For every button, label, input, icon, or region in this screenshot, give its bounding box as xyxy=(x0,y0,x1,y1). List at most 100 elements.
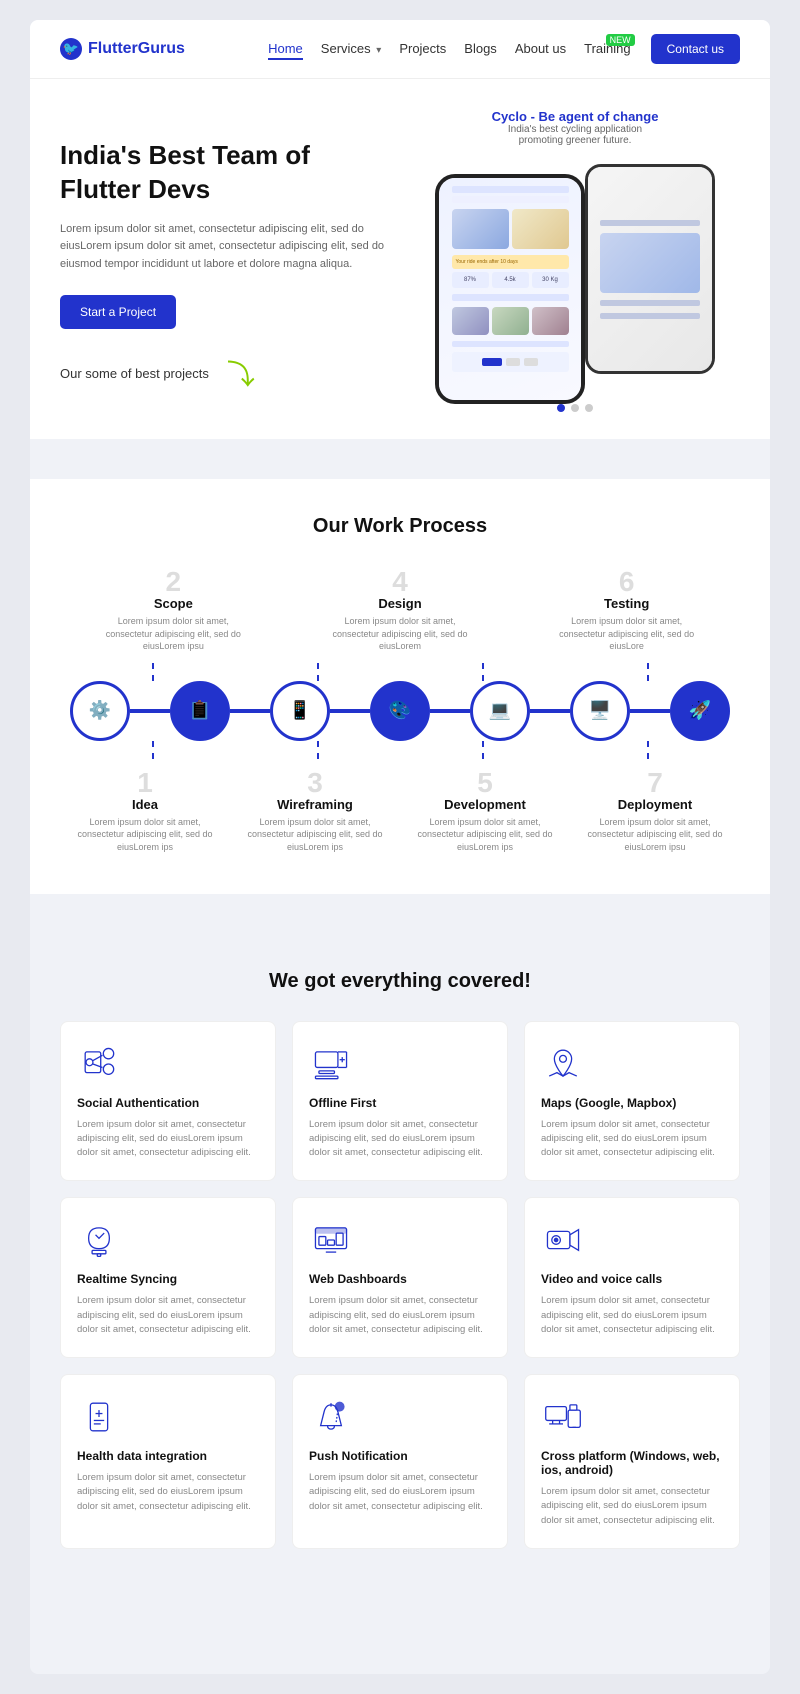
social-auth-desc: Lorem ipsum dolor sit amet, consectetur … xyxy=(77,1118,259,1161)
dot-3[interactable] xyxy=(585,404,593,412)
step-7-name: Deployment xyxy=(585,797,725,812)
step-wireframing: 3 Wireframing Lorem ipsum dolor sit amet… xyxy=(245,769,385,854)
maps-name: Maps (Google, Mapbox) xyxy=(541,1096,723,1110)
crossplatform-svg xyxy=(544,1398,582,1436)
nav-link-blogs[interactable]: Blogs xyxy=(464,41,497,56)
arrow-icon: ⤵ xyxy=(227,353,255,393)
step-3-name: Wireframing xyxy=(245,797,385,812)
covered-title: We got everything covered! xyxy=(60,970,740,993)
dot-2[interactable] xyxy=(571,404,579,412)
step-5-desc: Lorem ipsum dolor sit amet, consectetur … xyxy=(415,816,555,854)
video-desc: Lorem ipsum dolor sit amet, consectetur … xyxy=(541,1294,723,1337)
step-1-name: Idea xyxy=(75,797,215,812)
logo: FlutterGurus xyxy=(60,38,185,60)
brand-name: FlutterGurus xyxy=(88,40,185,58)
nav-item-projects[interactable]: Projects xyxy=(399,40,446,58)
nav-item-about[interactable]: About us xyxy=(515,40,566,58)
logo-icon xyxy=(60,38,82,60)
step-scope: 2 Scope Lorem ipsum dolor sit amet, cons… xyxy=(103,568,243,653)
work-process-section: Our Work Process 2 Scope Lorem ipsum dol… xyxy=(30,479,770,894)
idea-icon: ⚙️ xyxy=(89,700,111,721)
feature-realtime: Realtime Syncing Lorem ipsum dolor sit a… xyxy=(60,1197,276,1358)
hero-description: Lorem ipsum dolor sit amet, consectetur … xyxy=(60,221,390,274)
hero-app-label: Cyclo - Be agent of change India's best … xyxy=(492,109,659,146)
start-project-button[interactable]: Start a Project xyxy=(60,295,176,329)
health-icon xyxy=(77,1395,121,1439)
offline-desc: Lorem ipsum dolor sit amet, consectetur … xyxy=(309,1118,491,1161)
crossplatform-name: Cross platform (Windows, web, ios, andro… xyxy=(541,1449,723,1477)
scope-icon: 📋 xyxy=(189,700,211,721)
contact-button[interactable]: Contact us xyxy=(651,34,740,64)
dot-1[interactable] xyxy=(557,404,565,412)
phone-back xyxy=(585,164,715,374)
step-development: 5 Development Lorem ipsum dolor sit amet… xyxy=(415,769,555,854)
feature-health: Health data integration Lorem ipsum dolo… xyxy=(60,1374,276,1549)
nav-link-services[interactable]: Services ▾ xyxy=(321,41,382,56)
nav-item-services[interactable]: Services ▾ xyxy=(321,40,382,58)
maps-svg xyxy=(544,1045,582,1083)
maps-icon xyxy=(541,1042,585,1086)
phone-front: Your ride ends after 10 days 87% 4.5k 30… xyxy=(435,174,585,404)
step-idea: 1 Idea Lorem ipsum dolor sit amet, conse… xyxy=(75,769,215,854)
phone-mockup: Your ride ends after 10 days 87% 4.5k 30… xyxy=(435,154,715,394)
step-4-desc: Lorem ipsum dolor sit amet, consectetur … xyxy=(330,615,470,653)
realtime-desc: Lorem ipsum dolor sit amet, consectetur … xyxy=(77,1294,259,1337)
timeline-circle-testing: 🖥️ xyxy=(570,681,630,741)
dashboard-icon xyxy=(309,1218,353,1262)
carousel-dots xyxy=(557,404,593,412)
hero-title: India's Best Team of Flutter Devs xyxy=(60,139,390,207)
push-desc: Lorem ipsum dolor sit amet, consectetur … xyxy=(309,1471,491,1514)
push-name: Push Notification xyxy=(309,1449,491,1463)
realtime-name: Realtime Syncing xyxy=(77,1272,259,1286)
nav-item-training[interactable]: Training NEW xyxy=(584,40,630,58)
timeline-circle-idea: ⚙️ xyxy=(70,681,130,741)
step-2-number: 2 xyxy=(103,568,243,596)
timeline-circle-dev: 💻 xyxy=(470,681,530,741)
video-svg xyxy=(544,1221,582,1259)
crossplatform-desc: Lorem ipsum dolor sit amet, consectetur … xyxy=(541,1485,723,1528)
nav-link-training[interactable]: Training NEW xyxy=(584,41,630,56)
step-1-desc: Lorem ipsum dolor sit amet, consectetur … xyxy=(75,816,215,854)
phone-back-screen xyxy=(588,167,712,371)
step-testing: 6 Testing Lorem ipsum dolor sit amet, co… xyxy=(557,568,697,653)
features-grid: Social Authentication Lorem ipsum dolor … xyxy=(60,1021,740,1549)
step-2-desc: Lorem ipsum dolor sit amet, consectetur … xyxy=(103,615,243,653)
nav-link-home[interactable]: Home xyxy=(268,41,303,60)
step-7-number: 7 xyxy=(585,769,725,797)
social-auth-icon xyxy=(77,1042,121,1086)
step-3-desc: Lorem ipsum dolor sit amet, consectetur … xyxy=(245,816,385,854)
realtime-icon xyxy=(77,1218,121,1262)
feature-push: Push Notification Lorem ipsum dolor sit … xyxy=(292,1374,508,1549)
feature-crossplatform: Cross platform (Windows, web, ios, andro… xyxy=(524,1374,740,1549)
nav-link-about[interactable]: About us xyxy=(515,41,566,56)
covered-section: We got everything covered! Social Authen… xyxy=(30,934,770,1589)
hero-section: India's Best Team of Flutter Devs Lorem … xyxy=(30,79,770,439)
timeline-row: ⚙️ 📋 📱 🎨 💻 xyxy=(70,681,730,741)
wireframing-icon: 📱 xyxy=(289,700,311,721)
step-5-name: Development xyxy=(415,797,555,812)
step-deployment: 7 Deployment Lorem ipsum dolor sit amet,… xyxy=(585,769,725,854)
video-name: Video and voice calls xyxy=(541,1272,723,1286)
step-3-number: 3 xyxy=(245,769,385,797)
dev-icon: 💻 xyxy=(489,700,511,721)
step-7-desc: Lorem ipsum dolor sit amet, consectetur … xyxy=(585,816,725,854)
hero-projects-label: Our some of best projects ⤵ xyxy=(60,353,390,393)
step-design: 4 Design Lorem ipsum dolor sit amet, con… xyxy=(330,568,470,653)
health-desc: Lorem ipsum dolor sit amet, consectetur … xyxy=(77,1471,259,1514)
step-2-name: Scope xyxy=(103,596,243,611)
feature-maps: Maps (Google, Mapbox) Lorem ipsum dolor … xyxy=(524,1021,740,1182)
steps-bottom: 1 Idea Lorem ipsum dolor sit amet, conse… xyxy=(60,769,740,854)
testing-icon: 🖥️ xyxy=(589,700,611,721)
timeline-circle-design: 🎨 xyxy=(370,681,430,741)
nav-item-home[interactable]: Home xyxy=(268,40,303,58)
navbar: FlutterGurus Home Services ▾ Projects Bl… xyxy=(30,20,770,79)
work-process-title: Our Work Process xyxy=(60,515,740,538)
timeline-circle-wireframing: 📱 xyxy=(270,681,330,741)
step-4-name: Design xyxy=(330,596,470,611)
nav-link-projects[interactable]: Projects xyxy=(399,41,446,56)
step-5-number: 5 xyxy=(415,769,555,797)
offline-icon xyxy=(309,1042,353,1086)
process-timeline: ⚙️ 📋 📱 🎨 💻 xyxy=(60,663,740,759)
new-badge: NEW xyxy=(606,34,635,46)
nav-item-blogs[interactable]: Blogs xyxy=(464,40,497,58)
